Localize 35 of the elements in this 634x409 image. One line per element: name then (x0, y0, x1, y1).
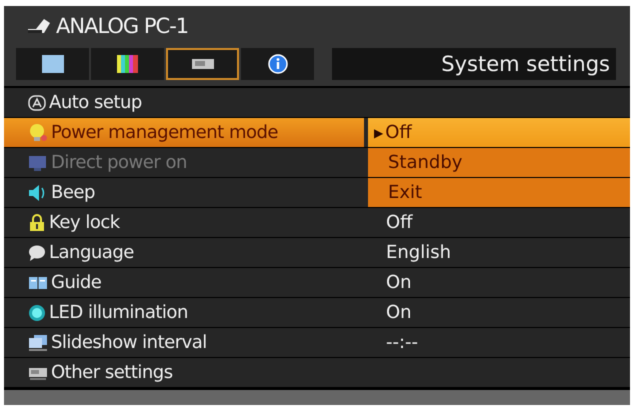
menu-item[interactable]: LED illumination (4, 298, 364, 327)
padlock-icon (28, 214, 46, 232)
tab[interactable] (166, 48, 239, 80)
setting-value: On (386, 272, 412, 293)
menu-item[interactable]: Beep (4, 178, 364, 207)
tab[interactable] (241, 48, 314, 80)
setting-value: On (386, 302, 412, 323)
dropdown-option[interactable]: Standby (368, 148, 630, 177)
setting-value: --:-- (386, 332, 418, 353)
led-icon (28, 304, 46, 322)
menu-item[interactable]: Language (4, 238, 364, 267)
source-title: ANALOG PC-1 (56, 14, 188, 38)
light-bulb-icon (28, 122, 48, 142)
dropdown-option[interactable]: Exit (368, 178, 630, 207)
section-title: System settings (332, 48, 616, 80)
monitor-icon (40, 54, 64, 74)
menu-item[interactable]: Power management mode (4, 118, 364, 147)
speech-bubble-icon (28, 244, 46, 262)
info-icon (268, 54, 288, 74)
dropdown-option[interactable]: ▶Off (368, 118, 630, 147)
computer-icon (26, 17, 52, 35)
pointer-marker: ▶ (374, 126, 384, 140)
menu-item[interactable]: Guide (4, 268, 364, 297)
slideshow-icon (28, 334, 48, 352)
auto-setup-icon (28, 94, 46, 112)
tab[interactable] (16, 48, 89, 80)
tab[interactable] (91, 48, 164, 80)
color-bars-icon (116, 54, 140, 74)
setting-value: Off (386, 212, 413, 233)
menu-item[interactable]: Slideshow interval (4, 328, 364, 357)
projector-icon (190, 57, 214, 71)
setting-value: English (386, 242, 451, 263)
monitor-icon (28, 154, 48, 172)
book-icon (28, 274, 48, 290)
menu-item[interactable]: Key lock (4, 208, 364, 237)
